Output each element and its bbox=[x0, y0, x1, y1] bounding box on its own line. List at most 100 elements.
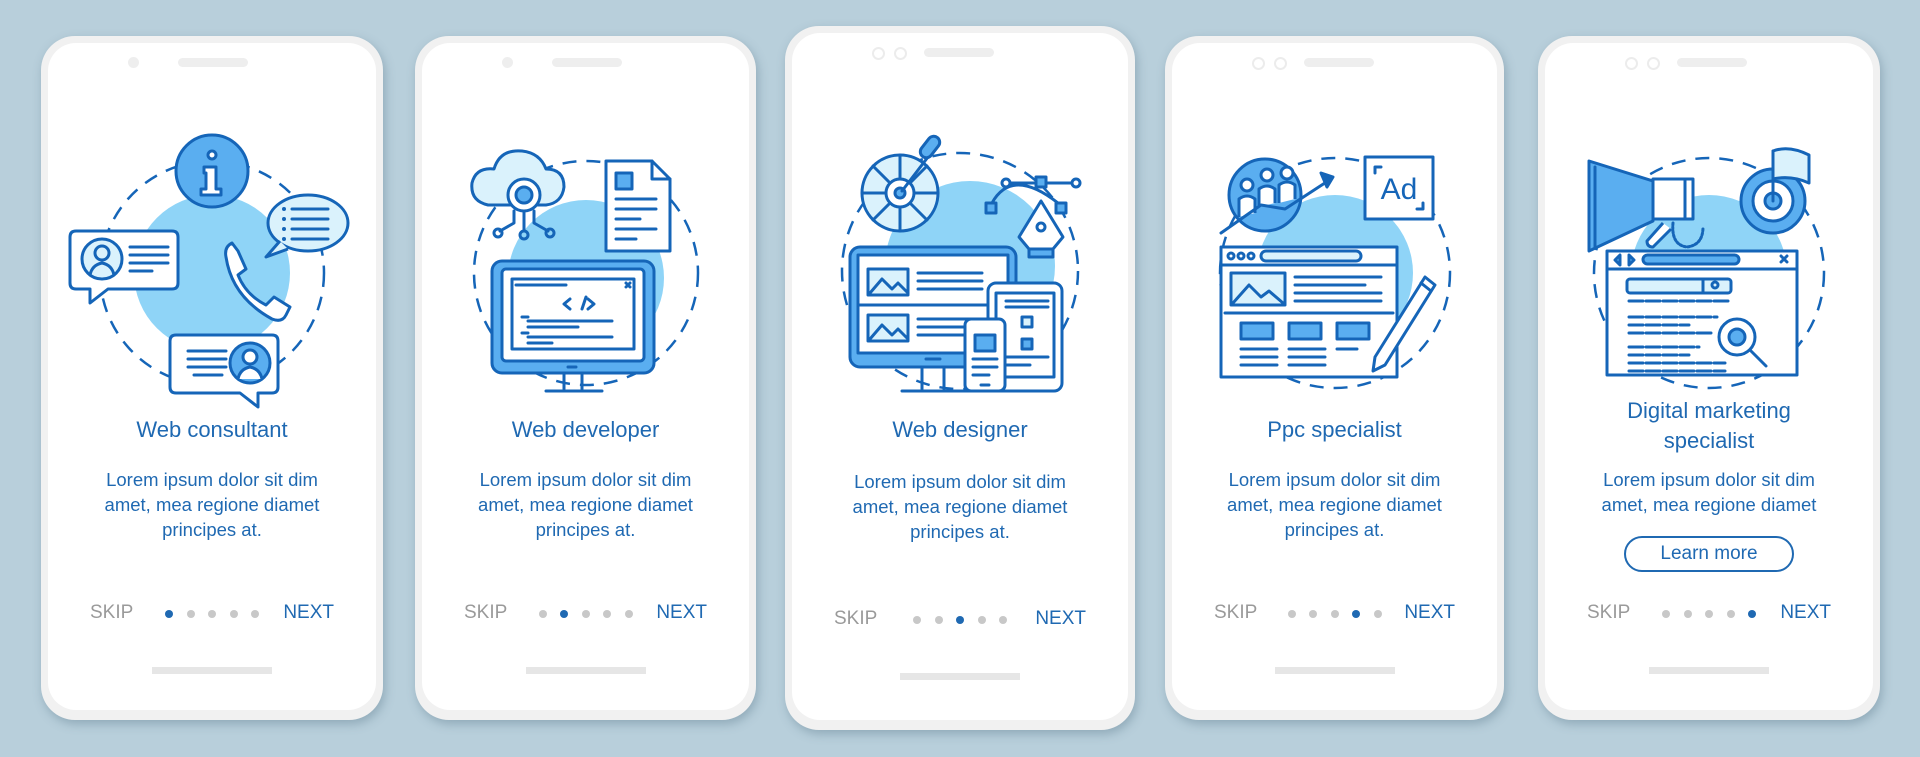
page-dot[interactable] bbox=[1683, 610, 1692, 618]
screen-description: Lorem ipsum dolor sit dim amet, mea regi… bbox=[422, 467, 749, 542]
next-button[interactable]: NEXT bbox=[1035, 607, 1086, 631]
skip-button[interactable]: SKIP bbox=[1214, 601, 1257, 625]
page-dot[interactable] bbox=[913, 616, 921, 624]
home-indicator[interactable] bbox=[900, 673, 1020, 680]
list-speech-bubble-icon bbox=[264, 193, 350, 259]
next-button[interactable]: NEXT bbox=[1780, 601, 1831, 625]
page-dot[interactable] bbox=[1287, 610, 1296, 618]
camera-ring bbox=[1647, 57, 1660, 70]
description-line: Lorem ipsum dolor sit dim bbox=[854, 471, 1066, 492]
screen-description: Lorem ipsum dolor sit dim amet, mea regi… bbox=[48, 467, 376, 542]
page-indicator bbox=[913, 616, 1007, 624]
target-flag-icon bbox=[1739, 147, 1811, 235]
page-dot[interactable] bbox=[1330, 610, 1339, 618]
page-indicator bbox=[1287, 610, 1382, 618]
description-line: principes at. bbox=[910, 521, 1010, 542]
ad-icon: Ad bbox=[1363, 155, 1434, 221]
skip-button[interactable]: SKIP bbox=[1587, 601, 1630, 625]
camera-ring bbox=[1625, 57, 1638, 70]
next-button[interactable]: NEXT bbox=[656, 601, 707, 625]
description-line: Lorem ipsum dolor sit dim bbox=[479, 469, 692, 490]
description-line: Lorem ipsum dolor sit dim bbox=[1228, 469, 1441, 490]
description-line: amet, mea regione diamet bbox=[1601, 494, 1817, 515]
skip-button[interactable]: SKIP bbox=[834, 607, 877, 631]
page-dot-active[interactable] bbox=[1748, 610, 1756, 618]
description-line: principes at. bbox=[535, 519, 636, 540]
camera-ring bbox=[894, 47, 907, 60]
next-button[interactable]: NEXT bbox=[1404, 601, 1455, 625]
page-dot-active[interactable] bbox=[1352, 610, 1360, 618]
description-line: amet, mea regione diamet bbox=[104, 494, 320, 515]
page-indicator bbox=[1662, 610, 1756, 618]
page-dot[interactable] bbox=[1705, 610, 1713, 618]
learn-more-button[interactable]: Learn more bbox=[1624, 536, 1794, 572]
screen-title: Web designer bbox=[892, 417, 1028, 442]
screen-description: Lorem ipsum dolor sit dim amet, mea regi… bbox=[1172, 467, 1497, 542]
screen-description: Lorem ipsum dolor sit dim amet, mea regi… bbox=[1545, 467, 1873, 517]
page-dot[interactable] bbox=[538, 610, 547, 618]
camera-dot bbox=[128, 57, 139, 68]
page-dot[interactable] bbox=[1309, 610, 1317, 618]
page-dot[interactable] bbox=[603, 610, 611, 618]
page-dot[interactable] bbox=[977, 616, 986, 624]
monitor-code-icon bbox=[490, 259, 655, 393]
screen-title: Web developer bbox=[511, 417, 660, 442]
home-indicator[interactable] bbox=[525, 667, 646, 674]
page-dot[interactable] bbox=[934, 616, 943, 624]
skip-button[interactable]: SKIP bbox=[464, 601, 507, 625]
page-dot[interactable] bbox=[229, 610, 238, 618]
camera-ring bbox=[1274, 57, 1287, 70]
description-line: principes at. bbox=[1284, 519, 1385, 540]
phone-screen: Digital marketing specialist Lorem ipsum… bbox=[1545, 43, 1873, 710]
webpage-layout-icon bbox=[1219, 245, 1398, 379]
speaker-slot bbox=[1677, 58, 1747, 67]
description-line: amet, mea regione diamet bbox=[1227, 494, 1442, 515]
screen-title: Digital marketing specialist bbox=[1545, 396, 1873, 456]
speaker-slot bbox=[552, 58, 622, 67]
description-line: Lorem ipsum dolor sit dim bbox=[1603, 469, 1815, 490]
page-indicator bbox=[165, 610, 259, 618]
page-dot[interactable] bbox=[186, 610, 195, 618]
description-line: amet, mea regione diamet bbox=[852, 496, 1068, 517]
page-dot[interactable] bbox=[999, 616, 1007, 624]
page-dot-active[interactable] bbox=[165, 610, 173, 618]
description-line: Lorem ipsum dolor sit dim bbox=[106, 469, 318, 490]
phone-screen: Web developer Lorem ipsum dolor sit dim … bbox=[422, 43, 749, 710]
page-dot[interactable] bbox=[1662, 610, 1670, 618]
phone-screen: Ad Ppc specialist Lorem ipsum dolor sit … bbox=[1172, 43, 1497, 710]
browser-search-icon bbox=[1605, 249, 1799, 377]
camera-dot bbox=[502, 57, 513, 68]
page-dot-active[interactable] bbox=[956, 616, 964, 624]
page-dot[interactable] bbox=[624, 610, 633, 618]
camera-ring bbox=[872, 47, 885, 60]
onboarding-screen-web-developer: Web developer Lorem ipsum dolor sit dim … bbox=[415, 36, 756, 720]
page-dot[interactable] bbox=[251, 610, 259, 618]
page-dot[interactable] bbox=[1373, 610, 1382, 618]
page-dot-active[interactable] bbox=[560, 610, 568, 618]
screen-description: Lorem ipsum dolor sit dim amet, mea regi… bbox=[792, 469, 1128, 544]
page-dot[interactable] bbox=[1726, 610, 1735, 618]
home-indicator[interactable] bbox=[1274, 667, 1395, 674]
speaker-slot bbox=[178, 58, 248, 67]
home-indicator[interactable] bbox=[152, 667, 272, 674]
info-icon bbox=[174, 133, 250, 209]
onboarding-screen-ppc-specialist: Ad Ppc specialist Lorem ipsum dolor sit … bbox=[1165, 36, 1504, 720]
page-dot[interactable] bbox=[208, 610, 216, 618]
speaker-slot bbox=[924, 48, 994, 57]
page-dot[interactable] bbox=[581, 610, 590, 618]
svg-text:Ad: Ad bbox=[1380, 173, 1417, 206]
web-developer-illustration bbox=[469, 149, 699, 393]
screen-title: Web consultant bbox=[136, 417, 288, 442]
onboarding-nav: SKIP NEXT bbox=[48, 601, 376, 625]
description-line: principes at. bbox=[162, 519, 262, 540]
next-button[interactable]: NEXT bbox=[283, 601, 334, 625]
onboarding-screen-digital-marketing-specialist: Digital marketing specialist Lorem ipsum… bbox=[1538, 36, 1880, 720]
description-line: amet, mea regione diamet bbox=[478, 494, 693, 515]
onboarding-nav: SKIP NEXT bbox=[1172, 601, 1497, 625]
home-indicator[interactable] bbox=[1649, 667, 1769, 674]
phone-screen: Web consultant Lorem ipsum dolor sit dim… bbox=[48, 43, 376, 710]
skip-button[interactable]: SKIP bbox=[90, 601, 133, 625]
ppc-specialist-illustration: Ad bbox=[1218, 155, 1451, 390]
speaker-slot bbox=[1304, 58, 1374, 67]
onboarding-screen-web-designer: Web designer Lorem ipsum dolor sit dim a… bbox=[785, 26, 1135, 730]
